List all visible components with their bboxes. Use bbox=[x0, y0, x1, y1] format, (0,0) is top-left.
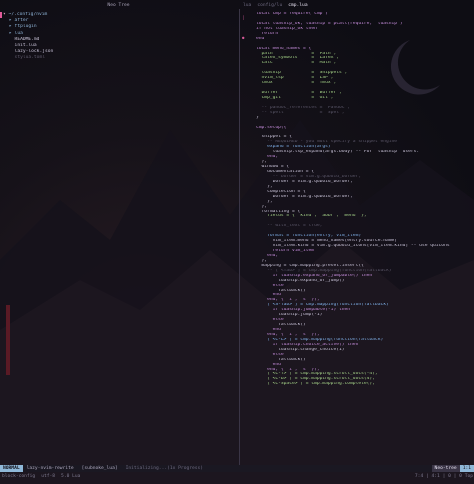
tree-item-label: lua bbox=[14, 30, 23, 36]
git-change-icon: │ bbox=[242, 15, 245, 20]
tree-item-label: lazy-lock.json bbox=[14, 49, 54, 55]
tree-cursor bbox=[0, 12, 2, 18]
tree-item-label: README.md bbox=[14, 36, 40, 42]
current-file: [subnoke_lua] bbox=[81, 466, 118, 471]
sign-gutter: │ ● bbox=[241, 12, 255, 464]
tree-item-label: init.lua bbox=[14, 42, 37, 48]
tree-item-label: stylua.toml bbox=[14, 55, 45, 61]
buffer-tabs: lua config/lu cmp.lua bbox=[243, 2, 308, 9]
encoding: utf-8 bbox=[41, 474, 56, 479]
file-tree: ▾ ~/.config/nvim ▸ after ▸ ftplugin ▸ lu… bbox=[3, 12, 235, 464]
tree-item-label: ftplugin bbox=[14, 24, 37, 30]
bottom-right-info: 7:4 | 4:1 | 0 | 0 Top bbox=[414, 474, 473, 479]
neo-tree-title: Neo Tree bbox=[107, 3, 130, 8]
window-split-divider[interactable] bbox=[239, 9, 240, 465]
mode-indicator: NORMAL bbox=[0, 465, 23, 472]
code-line[interactable]: ["<C-Space>"] = cmp.mapping.complete(), bbox=[256, 382, 472, 387]
tmux-bar: block-config utf-8 5.0 Lua 7:4 | 4:1 | 0… bbox=[0, 473, 474, 481]
status-right: Neo-tree 1:1 bbox=[431, 465, 474, 472]
git-branch: lazy-nvim-rewrite bbox=[26, 466, 74, 471]
diagnostic-icon: ● bbox=[242, 35, 245, 40]
tree-item-label: after bbox=[14, 18, 29, 24]
status-line: NORMAL lazy-nvim-rewrite [subnoke_lua] I… bbox=[0, 465, 474, 472]
session-name: block-config bbox=[2, 474, 36, 479]
file-info: 5.0 Lua bbox=[61, 474, 81, 479]
lsp-status: Initializing...(1x Progress) bbox=[125, 466, 204, 471]
tree-root-label: ~/.config/nvim bbox=[8, 12, 48, 17]
cursor-position: 1:1 bbox=[459, 465, 474, 472]
tab-config-lu[interactable]: config/lu bbox=[257, 2, 282, 9]
tab-lua[interactable]: lua bbox=[243, 2, 251, 9]
panel-label: Neo-tree bbox=[431, 465, 460, 472]
title-bar: Neo Tree lua config/lu cmp.lua bbox=[0, 2, 474, 9]
code-editor[interactable]: local cmp = require("cmp") local luasnip_… bbox=[256, 12, 472, 464]
tree-item-stylua[interactable]: stylua.toml bbox=[3, 55, 235, 61]
tab-cmp-lua[interactable]: cmp.lua bbox=[288, 2, 307, 9]
